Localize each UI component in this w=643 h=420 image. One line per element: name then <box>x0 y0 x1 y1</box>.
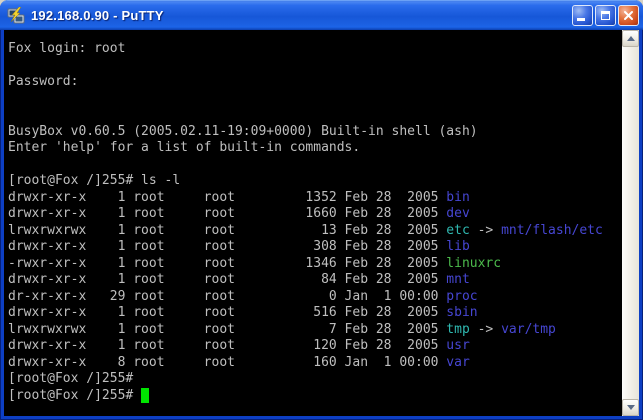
terminal-text-segment: lrwxrwxrwx 1 root root 13 Feb 28 2005 <box>8 223 446 238</box>
terminal-line <box>8 91 622 108</box>
scroll-down-button[interactable] <box>622 399 639 416</box>
scrollbar[interactable] <box>622 30 639 416</box>
terminal-line: Enter 'help' for a list of built-in comm… <box>8 140 622 157</box>
terminal-text-segment: [root@Fox /]255# ls -l <box>8 173 180 188</box>
terminal-screen[interactable]: Fox login: root Password: BusyBox v0.60.5 … <box>4 30 622 416</box>
terminal-text-segment: -rwxr-xr-x 1 root root 1346 Feb 28 2005 <box>8 256 446 271</box>
terminal-line: lrwxrwxrwx 1 root root 7 Feb 28 2005 tmp… <box>8 322 622 339</box>
terminal-text-segment: lrwxrwxrwx 1 root root 7 Feb 28 2005 <box>8 322 446 337</box>
terminal-line: [root@Fox /]255# <box>8 388 622 405</box>
scroll-up-button[interactable] <box>622 30 639 47</box>
terminal-line: drwxr-xr-x 1 root root 1352 Feb 28 2005 … <box>8 190 622 207</box>
terminal-text-segment: drwxr-xr-x 1 root root 1660 Feb 28 2005 <box>8 206 446 221</box>
terminal-line <box>8 58 622 75</box>
minimize-icon <box>577 18 585 21</box>
terminal-text-segment: lib <box>446 239 469 254</box>
terminal-text-segment: sbin <box>446 305 477 320</box>
terminal-client-area: Fox login: root Password: BusyBox v0.60.5 … <box>4 30 639 416</box>
terminal-text-segment: [root@Fox /]255# <box>8 371 133 386</box>
terminal-text-segment: usr <box>446 338 469 353</box>
maximize-icon <box>601 11 610 20</box>
terminal-line: drwxr-xr-x 1 root root 120 Feb 28 2005 u… <box>8 338 622 355</box>
terminal-text-segment: var <box>446 355 469 370</box>
terminal-line: [root@Fox /]255# <box>8 371 622 388</box>
terminal-line: Password: <box>8 74 622 91</box>
terminal-line: drwxr-xr-x 1 root root 1660 Feb 28 2005 … <box>8 206 622 223</box>
terminal-line: lrwxrwxrwx 1 root root 13 Feb 28 2005 et… <box>8 223 622 240</box>
terminal-text-segment: Fox login: root <box>8 41 125 56</box>
terminal-text-segment: BusyBox v0.60.5 (2005.02.11-19:09+0000) … <box>8 124 478 139</box>
terminal-line <box>8 107 622 124</box>
terminal-text-segment: var/tmp <box>501 322 556 337</box>
terminal-line: drwxr-xr-x 1 root root 84 Feb 28 2005 mn… <box>8 272 622 289</box>
terminal-line: BusyBox v0.60.5 (2005.02.11-19:09+0000) … <box>8 124 622 141</box>
window-controls <box>572 5 639 26</box>
terminal-text-segment: -> <box>470 223 501 238</box>
terminal-line: -rwxr-xr-x 1 root root 1346 Feb 28 2005 … <box>8 256 622 273</box>
terminal-text-segment: tmp <box>446 322 469 337</box>
title-bar[interactable]: 192.168.0.90 - PuTTY <box>0 0 643 30</box>
terminal-text-segment: -> <box>470 322 501 337</box>
terminal-line <box>8 157 622 174</box>
terminal-text-segment: mnt/flash/etc <box>501 223 603 238</box>
terminal-text-segment: linuxrc <box>446 256 501 271</box>
terminal-text-segment: Enter 'help' for a list of built-in comm… <box>8 140 360 155</box>
terminal-text-segment: [root@Fox /]255# <box>8 388 141 403</box>
terminal-text-segment: dr-xr-xr-x 29 root root 0 Jan 1 00:00 <box>8 289 446 304</box>
terminal-text-segment: Password: <box>8 74 78 89</box>
terminal-line: dr-xr-xr-x 29 root root 0 Jan 1 00:00 pr… <box>8 289 622 306</box>
terminal-text-segment: drwxr-xr-x 1 root root 516 Feb 28 2005 <box>8 305 446 320</box>
putty-window: 192.168.0.90 - PuTTY Fox login: root Pass… <box>0 0 643 420</box>
close-button[interactable] <box>618 5 639 26</box>
terminal-text-segment: drwxr-xr-x 1 root root 1352 Feb 28 2005 <box>8 190 446 205</box>
terminal-line: [root@Fox /]255# ls -l <box>8 173 622 190</box>
terminal-text-segment: drwxr-xr-x 1 root root 308 Feb 28 2005 <box>8 239 446 254</box>
arrow-down-icon <box>627 405 635 410</box>
terminal-line: Fox login: root <box>8 41 622 58</box>
terminal-text-segment: drwxr-xr-x 1 root root 120 Feb 28 2005 <box>8 338 446 353</box>
maximize-button[interactable] <box>595 5 616 26</box>
putty-icon[interactable] <box>7 7 25 24</box>
terminal-line: drwxr-xr-x 8 root root 160 Jan 1 00:00 v… <box>8 355 622 372</box>
terminal-line: drwxr-xr-x 1 root root 308 Feb 28 2005 l… <box>8 239 622 256</box>
terminal-text-segment: etc <box>446 223 469 238</box>
terminal-text-segment: bin <box>446 190 469 205</box>
terminal-text-segment: drwxr-xr-x 8 root root 160 Jan 1 00:00 <box>8 355 446 370</box>
minimize-button[interactable] <box>572 5 593 26</box>
scroll-track[interactable] <box>622 47 639 399</box>
terminal-text-segment: drwxr-xr-x 1 root root 84 Feb 28 2005 <box>8 272 446 287</box>
close-icon <box>623 10 634 21</box>
arrow-up-icon <box>627 36 635 41</box>
terminal-text-segment: mnt <box>446 272 469 287</box>
terminal-text-segment: dev <box>446 206 469 221</box>
terminal-cursor <box>141 388 149 403</box>
window-title: 192.168.0.90 - PuTTY <box>31 8 572 23</box>
terminal-text-segment: proc <box>446 289 477 304</box>
terminal-line: drwxr-xr-x 1 root root 516 Feb 28 2005 s… <box>8 305 622 322</box>
